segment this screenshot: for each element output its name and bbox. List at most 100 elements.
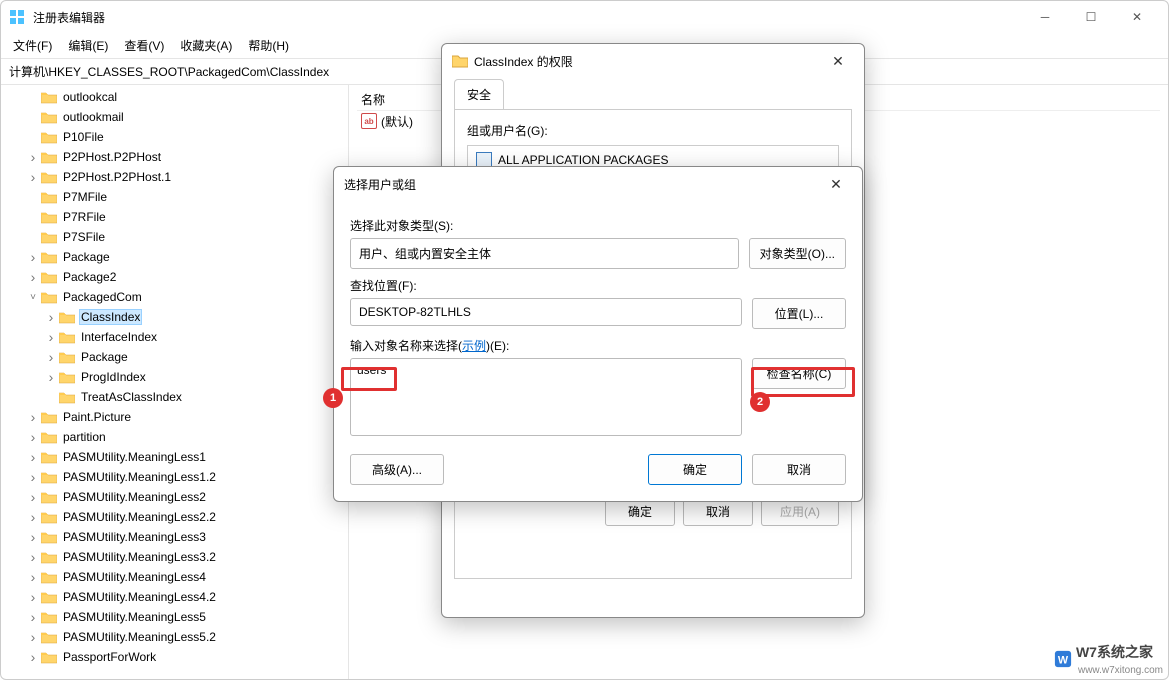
tree-node-label: PASMUtility.MeaningLess4.2 [61,589,218,605]
chevron-down-icon[interactable] [27,292,39,303]
tree-node-label: PackagedCom [61,289,144,305]
menu-edit[interactable]: 编辑(E) [60,33,116,58]
tree-node[interactable]: PASMUtility.MeaningLess1 [1,447,348,467]
select-advanced-button[interactable]: 高级(A)... [350,454,444,485]
chevron-right-icon[interactable] [27,429,39,445]
tree-node[interactable]: outlookcal [1,87,348,107]
chevron-right-icon[interactable] [27,509,39,525]
folder-icon [41,430,57,444]
tree-node[interactable]: InterfaceIndex [1,327,348,347]
tree-node-label: ProgIdIndex [79,369,148,385]
tree-node[interactable]: ProgIdIndex [1,367,348,387]
tree-node-label: P7RFile [61,209,108,225]
check-names-button[interactable]: 检查名称(C) [752,358,846,389]
tree-node[interactable]: Package [1,247,348,267]
menu-file[interactable]: 文件(F) [5,33,60,58]
folder-icon [59,390,75,404]
tree-node-label: Paint.Picture [61,409,133,425]
chevron-right-icon[interactable] [27,249,39,265]
tree-node[interactable]: PASMUtility.MeaningLess3 [1,527,348,547]
tree-node[interactable]: PASMUtility.MeaningLess1.2 [1,467,348,487]
tree-node-label: PASMUtility.MeaningLess5.2 [61,629,218,645]
tree-node-label: partition [61,429,108,445]
select-ok-button[interactable]: 确定 [648,454,742,485]
tree-node-label: Package2 [61,269,118,285]
chevron-right-icon[interactable] [27,569,39,585]
chevron-right-icon[interactable] [27,529,39,545]
chevron-right-icon[interactable] [45,329,57,345]
tree-node[interactable]: P7SFile [1,227,348,247]
tree-node[interactable]: Package2 [1,267,348,287]
menu-favorites[interactable]: 收藏夹(A) [172,33,240,58]
tree-node[interactable]: PASMUtility.MeaningLess5 [1,607,348,627]
minimize-button[interactable]: ─ [1022,1,1068,33]
chevron-right-icon[interactable] [45,369,57,385]
chevron-right-icon[interactable] [27,469,39,485]
object-names-input[interactable] [350,358,742,436]
menu-view[interactable]: 查看(V) [116,33,172,58]
tab-security[interactable]: 安全 [454,79,504,110]
tree-panel[interactable]: outlookcaloutlookmailP10FileP2PHost.P2PH… [1,85,349,679]
tree-node[interactable]: P7MFile [1,187,348,207]
folder-icon [41,250,57,264]
watermark-brand: W7系统之家 [1076,644,1153,660]
locations-button[interactable]: 位置(L)... [752,298,846,329]
titlebar: 注册表编辑器 ─ ☐ ✕ [1,1,1168,33]
select-titlebar: 选择用户或组 ✕ [334,167,862,201]
tree-node[interactable]: outlookmail [1,107,348,127]
tree-node-label: PassportForWork [61,649,158,665]
select-user-dialog: 选择用户或组 ✕ 选择此对象类型(S): 用户、组或内置安全主体 对象类型(O)… [333,166,863,502]
tree-node[interactable]: PassportForWork [1,647,348,667]
menu-help[interactable]: 帮助(H) [240,33,297,58]
chevron-right-icon[interactable] [27,629,39,645]
perm-title: ClassIndex 的权限 [474,53,822,70]
maximize-button[interactable]: ☐ [1068,1,1114,33]
object-type-label: 选择此对象类型(S): [350,217,846,234]
tree-node-label: P7SFile [61,229,107,245]
select-title: 选择用户或组 [344,176,820,193]
tree-node[interactable]: partition [1,427,348,447]
folder-icon [41,570,57,584]
chevron-right-icon[interactable] [27,549,39,565]
tree-node-label: P7MFile [61,189,109,205]
folder-icon [41,590,57,604]
chevron-right-icon[interactable] [27,489,39,505]
tree-node[interactable]: PASMUtility.MeaningLess2 [1,487,348,507]
tree-node[interactable]: PASMUtility.MeaningLess3.2 [1,547,348,567]
chevron-right-icon[interactable] [27,169,39,185]
perm-close-button[interactable]: ✕ [822,49,854,73]
chevron-right-icon[interactable] [27,149,39,165]
folder-icon [59,330,75,344]
chevron-right-icon[interactable] [27,649,39,665]
chevron-right-icon[interactable] [27,409,39,425]
tree-node[interactable]: PASMUtility.MeaningLess5.2 [1,627,348,647]
tree-node[interactable]: PackagedCom [1,287,348,307]
tree-node[interactable]: P2PHost.P2PHost.1 [1,167,348,187]
tree-node[interactable]: Package [1,347,348,367]
select-close-button[interactable]: ✕ [820,172,852,196]
chevron-right-icon[interactable] [27,449,39,465]
tree-node-label: PASMUtility.MeaningLess3 [61,529,208,545]
tree-node[interactable]: P10File [1,127,348,147]
examples-link[interactable]: 示例 [462,339,486,353]
tree-node[interactable]: Paint.Picture [1,407,348,427]
tree-node[interactable]: TreatAsClassIndex [1,387,348,407]
tree-node[interactable]: PASMUtility.MeaningLess4.2 [1,587,348,607]
tree-node[interactable]: ClassIndex [1,307,348,327]
badge-1: 1 [323,388,343,408]
close-button[interactable]: ✕ [1114,1,1160,33]
badge-2: 2 [750,392,770,412]
tree-node[interactable]: P7RFile [1,207,348,227]
object-types-button[interactable]: 对象类型(O)... [749,238,846,269]
select-cancel-button[interactable]: 取消 [752,454,846,485]
chevron-right-icon[interactable] [27,269,39,285]
chevron-right-icon[interactable] [45,309,57,325]
chevron-right-icon[interactable] [27,609,39,625]
tree-node[interactable]: PASMUtility.MeaningLess2.2 [1,507,348,527]
tree-node-label: Package [79,349,130,365]
chevron-right-icon[interactable] [27,589,39,605]
chevron-right-icon[interactable] [45,349,57,365]
folder-icon [41,90,57,104]
tree-node[interactable]: PASMUtility.MeaningLess4 [1,567,348,587]
tree-node[interactable]: P2PHost.P2PHost [1,147,348,167]
